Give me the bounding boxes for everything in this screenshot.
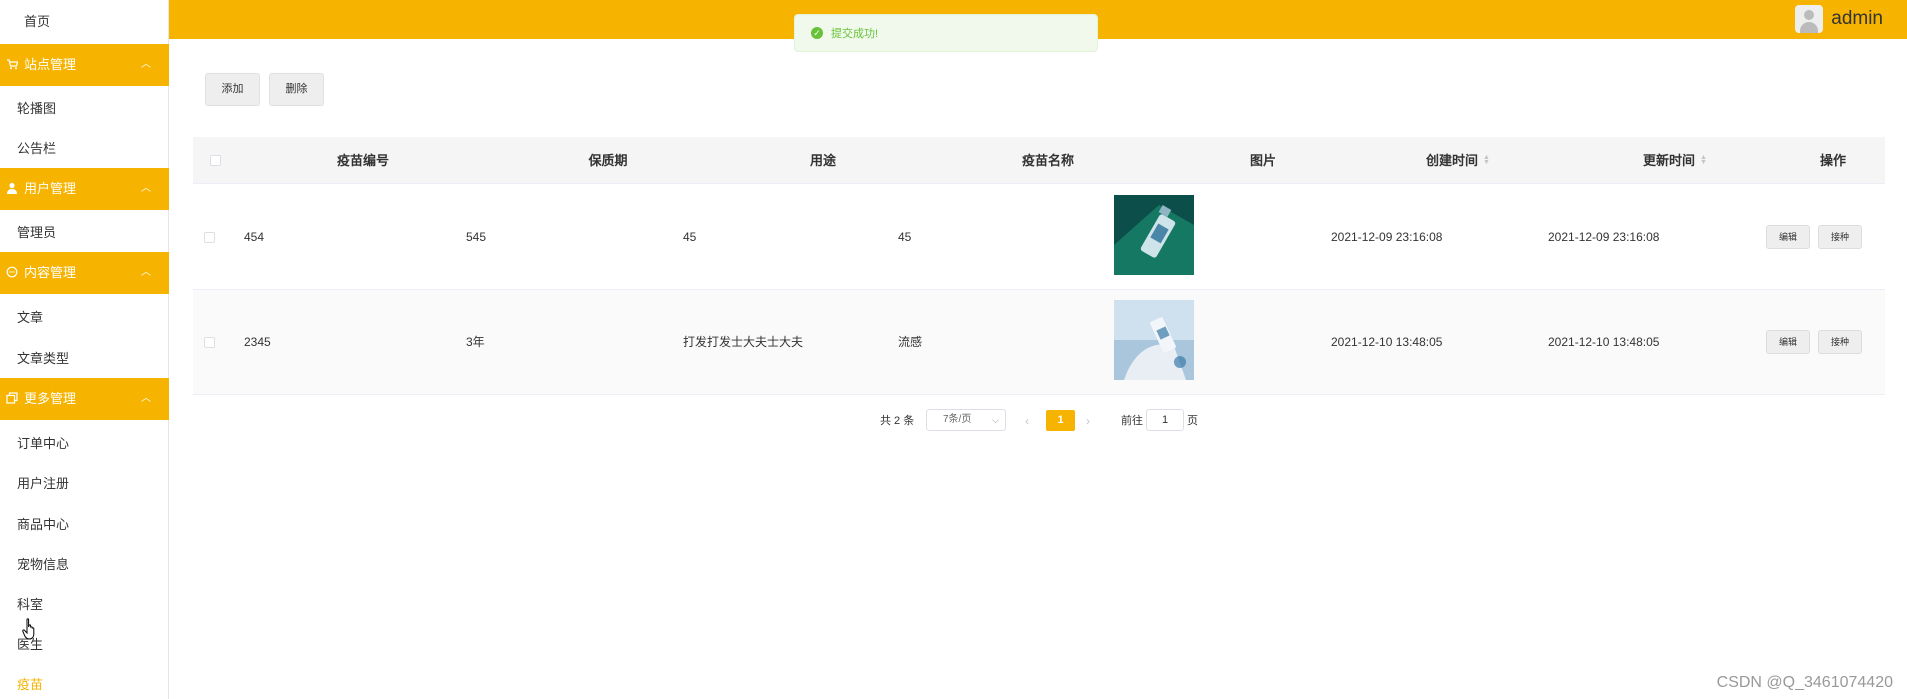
column-header-shelf-life: 保质期 [588, 153, 628, 168]
sidebar-item-admin[interactable]: 管理员 [0, 213, 169, 253]
sidebar-item-vaccine[interactable]: 疫苗 [0, 665, 169, 699]
cell-created: 2021-12-09 23:16:08 [1331, 230, 1443, 244]
sidebar-item-carousel[interactable]: 轮播图 [0, 89, 169, 129]
chevron-up-icon: ︿ [141, 267, 151, 278]
vaccine-image [1114, 300, 1194, 380]
goto-suffix: 页 [1187, 415, 1198, 427]
table-row: 454 545 45 45 2021-12-09 23:16:08 2021-1… [193, 185, 1885, 290]
cell-usage: 打发打发士大夫士大夫 [683, 335, 804, 349]
cell-name: 45 [898, 230, 912, 244]
cell-code: 2345 [244, 335, 271, 349]
cart-icon [7, 59, 18, 70]
avatar [1795, 5, 1824, 33]
cell-code: 454 [244, 230, 265, 244]
success-toast: ✓ 提交成功! [794, 14, 1098, 52]
edit-button[interactable]: 编辑 [1766, 330, 1810, 354]
column-header-name: 疫苗名称 [1021, 153, 1074, 168]
prev-page-icon[interactable]: ‹ [1025, 409, 1029, 433]
sidebar-item-article[interactable]: 文章 [0, 298, 169, 338]
page-number-current[interactable]: 1 [1046, 410, 1075, 431]
sidebar-group-users[interactable]: 用户管理 ︿ [0, 168, 169, 210]
table-header: 疫苗编号 保质期 用途 疫苗名称 图片 创建时间 ▲ ▼ 更新时间 ▲ ▼ 操作 [193, 137, 1885, 184]
sidebar-group-label: 内容管理 [24, 265, 77, 280]
sidebar-group-content[interactable]: 内容管理 ︿ [0, 252, 169, 294]
row-checkbox[interactable] [204, 337, 215, 348]
vaccine-image [1114, 195, 1194, 275]
vaccinate-button[interactable]: 接种 [1818, 330, 1862, 354]
chevron-up-icon: ︿ [141, 59, 151, 70]
copy-icon [6, 392, 18, 404]
cell-shelf-life: 545 [466, 230, 487, 244]
table-row: 2345 3年 打发打发士大夫士大夫 流感 2021-12-10 13:48:0… [193, 290, 1885, 395]
page-size-value: 7条/页 [943, 414, 972, 425]
chevron-down-icon: ⌵ [992, 415, 999, 425]
column-header-updated[interactable]: 更新时间 ▲ ▼ [1545, 137, 1805, 184]
select-all-checkbox[interactable] [210, 155, 221, 166]
sidebar-item-user-register[interactable]: 用户注册 [0, 464, 169, 504]
check-circle-icon: ✓ [811, 27, 823, 39]
edit-button[interactable]: 编辑 [1766, 225, 1810, 249]
sidebar-group-label: 更多管理 [24, 391, 77, 406]
cell-updated: 2021-12-09 23:16:08 [1548, 230, 1660, 244]
column-header-code: 疫苗编号 [336, 153, 389, 168]
sidebar-item-pets[interactable]: 宠物信息 [0, 545, 169, 585]
hand-cursor-icon [22, 618, 35, 640]
pagination-total: 共 2 条 [880, 415, 915, 427]
chat-icon [6, 266, 18, 278]
user-menu[interactable]: admin [1795, 2, 1883, 36]
cell-usage: 45 [683, 230, 697, 244]
sidebar-item-products[interactable]: 商品中心 [0, 505, 169, 545]
sort-icon[interactable]: ▲ ▼ [1700, 154, 1707, 166]
user-icon [7, 182, 17, 194]
goto-page-input[interactable]: 1 [1146, 409, 1184, 431]
username: admin [1831, 8, 1883, 29]
cell-shelf-life: 3年 [466, 335, 485, 349]
cell-updated: 2021-12-10 13:48:05 [1548, 335, 1660, 349]
sort-icon[interactable]: ▲ ▼ [1483, 154, 1490, 166]
sidebar-group-more[interactable]: 更多管理 ︿ [0, 378, 169, 420]
column-header-updated-label: 更新时间 [1643, 153, 1696, 168]
sidebar: 首页 站点管理 ︿ 轮播图 公告栏 用户管理 ︿ 管理员 内容管理 ︿ 文章 文… [0, 0, 169, 699]
cell-created: 2021-12-10 13:48:05 [1331, 335, 1443, 349]
sidebar-item-notice[interactable]: 公告栏 [0, 129, 169, 169]
chevron-up-icon: ︿ [141, 393, 151, 404]
column-header-created-label: 创建时间 [1426, 153, 1479, 168]
sidebar-group-label: 用户管理 [24, 181, 77, 196]
column-header-actions: 操作 [1819, 153, 1846, 168]
watermark: CSDN @Q_3461074420 [1716, 674, 1893, 691]
cell-name: 流感 [898, 335, 923, 349]
sidebar-item-orders[interactable]: 订单中心 [0, 424, 169, 464]
column-header-usage: 用途 [809, 153, 836, 168]
page-size-select[interactable]: 7条/页 ⌵ [926, 409, 1006, 431]
sidebar-group-label: 站点管理 [24, 57, 77, 72]
sidebar-group-site[interactable]: 站点管理 ︿ [0, 44, 169, 86]
goto-label: 前往 [1121, 415, 1143, 427]
chevron-up-icon: ︿ [141, 183, 151, 194]
add-button[interactable]: 添加 [205, 73, 260, 106]
next-page-icon[interactable]: › [1086, 409, 1090, 433]
delete-button[interactable]: 删除 [269, 73, 324, 106]
sidebar-item-article-type[interactable]: 文章类型 [0, 339, 169, 379]
row-checkbox[interactable] [204, 232, 215, 243]
vaccinate-button[interactable]: 接种 [1818, 225, 1862, 249]
sidebar-item-home[interactable]: 首页 [0, 2, 169, 42]
toast-text: 提交成功! [831, 28, 879, 40]
